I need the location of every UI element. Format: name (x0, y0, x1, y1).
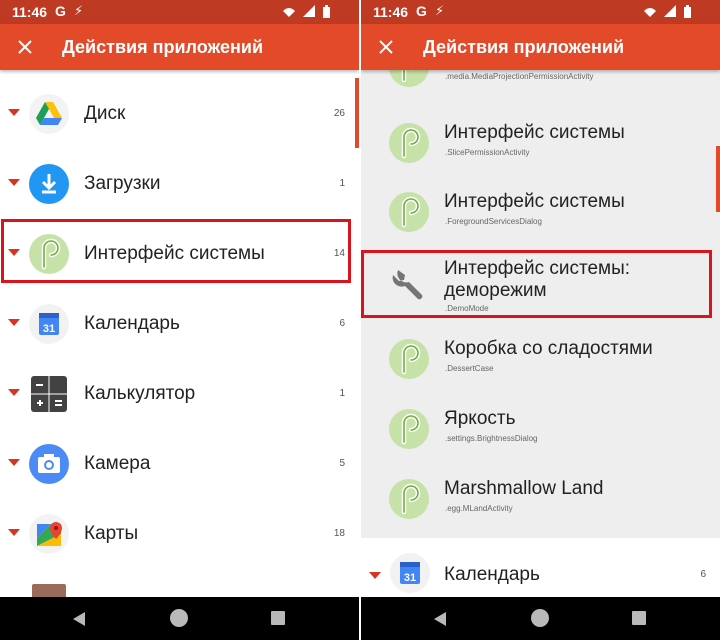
status-time: 11:46 (12, 4, 48, 20)
scrollbar[interactable] (716, 146, 720, 212)
app-icon (29, 583, 69, 597)
close-icon[interactable] (12, 34, 38, 60)
highlight-box (1, 219, 351, 283)
activity-class: .media.MediaProjectionPermissionActivity (445, 72, 594, 81)
android-p-icon (389, 409, 429, 449)
notification-icon: ⚡ (74, 3, 84, 18)
app-label: Календарь (444, 564, 540, 585)
activity-count: 18 (333, 528, 345, 539)
app-label: Карты (84, 523, 139, 544)
app-label: Калькулятор (84, 383, 196, 404)
android-p-icon (389, 123, 429, 163)
expand-caret-icon[interactable] (8, 179, 20, 186)
activity-item[interactable]: Интерфейс системы .ForegroundServicesDia… (361, 177, 720, 247)
list-item-calendar[interactable]: 31 Календарь 6 (361, 539, 720, 597)
activity-list: .media.MediaProjectionPermissionActivity… (361, 70, 720, 597)
list-item-partial[interactable] (0, 569, 359, 597)
page-title: Действия приложений (423, 37, 625, 57)
back-icon[interactable] (433, 611, 447, 632)
app-label: Загрузки (84, 173, 161, 194)
expand-caret-icon[interactable] (8, 109, 20, 116)
activity-item[interactable]: Коробка со сладостями .DessertCase (361, 324, 720, 394)
recents-icon[interactable] (271, 611, 285, 625)
status-time: 11:46 (373, 4, 409, 20)
calendar-icon: 31 (390, 553, 430, 593)
page-title: Действия приложений (62, 37, 264, 57)
nav-bar (0, 597, 359, 640)
activity-class: .settings.BrightnessDialog (445, 434, 538, 443)
home-icon[interactable] (531, 609, 549, 627)
activity-item[interactable]: Интерфейс системы .SlicePermissionActivi… (361, 108, 720, 178)
app-label: Камера (84, 453, 151, 474)
recents-icon[interactable] (632, 611, 646, 625)
list-item-camera[interactable]: Камера 5 (0, 429, 359, 499)
expand-caret-icon[interactable] (8, 319, 20, 326)
expand-caret-icon[interactable] (8, 389, 20, 396)
calendar-icon: 31 (29, 304, 69, 344)
camera-icon (29, 444, 69, 484)
activity-class: .DessertCase (445, 364, 494, 373)
expand-caret-icon[interactable] (8, 529, 20, 536)
activity-item-partial[interactable]: .media.MediaProjectionPermissionActivity (361, 70, 720, 102)
app-label: Календарь (84, 313, 180, 334)
activity-class: .egg.MLandActivity (445, 504, 513, 513)
right-screen: 11:46 G ⚡ Действия приложений .media.Med… (361, 0, 720, 640)
activity-label: Marshmallow Land (444, 478, 604, 499)
app-list: Диск 26 Загрузки 1 Интерфейс системы 14 … (0, 70, 359, 597)
back-icon[interactable] (72, 611, 86, 632)
calculator-icon (29, 374, 69, 414)
status-icons (642, 5, 712, 24)
calendar-day: 31 (43, 323, 55, 335)
activity-label: Коробка со сладостями (444, 338, 653, 359)
nav-bar (361, 597, 720, 640)
left-screen: 11:46 G ⚡ Действия приложений Диск 26 За… (0, 0, 359, 640)
close-icon[interactable] (373, 34, 399, 60)
activity-count: 6 (339, 318, 345, 329)
android-p-icon (389, 339, 429, 379)
list-item-calculator[interactable]: Калькулятор 1 (0, 359, 359, 429)
status-icons (281, 5, 351, 24)
highlight-box (361, 250, 712, 318)
app-bar: Действия приложений (0, 24, 359, 70)
activity-label: Интерфейс системы (444, 191, 625, 212)
app-label: Диск (84, 103, 126, 124)
android-p-icon (389, 479, 429, 519)
notification-icon: ⚡ (435, 3, 445, 18)
activity-count: 1 (339, 178, 345, 189)
list-item-maps[interactable]: Карты 18 (0, 499, 359, 569)
status-bar: 11:46 G ⚡ (361, 0, 720, 24)
android-p-icon (389, 70, 429, 87)
calendar-day: 31 (404, 572, 416, 584)
activity-class: .SlicePermissionActivity (445, 148, 530, 157)
activity-count: 26 (333, 108, 345, 119)
home-icon[interactable] (170, 609, 188, 627)
android-p-icon (389, 192, 429, 232)
list-item-calendar[interactable]: 31 Календарь 6 (0, 289, 359, 359)
expand-caret-icon[interactable] (8, 459, 20, 466)
activity-label: Яркость (444, 408, 516, 429)
download-icon (29, 164, 69, 204)
activity-count: 1 (339, 388, 345, 399)
google-icon: G (55, 3, 66, 19)
activity-class: .ForegroundServicesDialog (445, 217, 542, 226)
app-bar: Действия приложений (361, 24, 720, 70)
expand-caret-icon[interactable] (369, 572, 381, 579)
activity-count: 6 (700, 569, 706, 580)
activity-item[interactable]: Marshmallow Land .egg.MLandActivity (361, 464, 720, 534)
maps-icon (29, 514, 69, 554)
activity-item[interactable]: Яркость .settings.BrightnessDialog (361, 394, 720, 464)
list-item-drive[interactable]: Диск 26 (0, 79, 359, 149)
activity-label: Интерфейс системы (444, 122, 625, 143)
drive-icon (29, 94, 69, 134)
activity-count: 5 (339, 458, 345, 469)
list-item-downloads[interactable]: Загрузки 1 (0, 149, 359, 219)
google-icon: G (416, 3, 427, 19)
status-bar: 11:46 G ⚡ (0, 0, 359, 24)
